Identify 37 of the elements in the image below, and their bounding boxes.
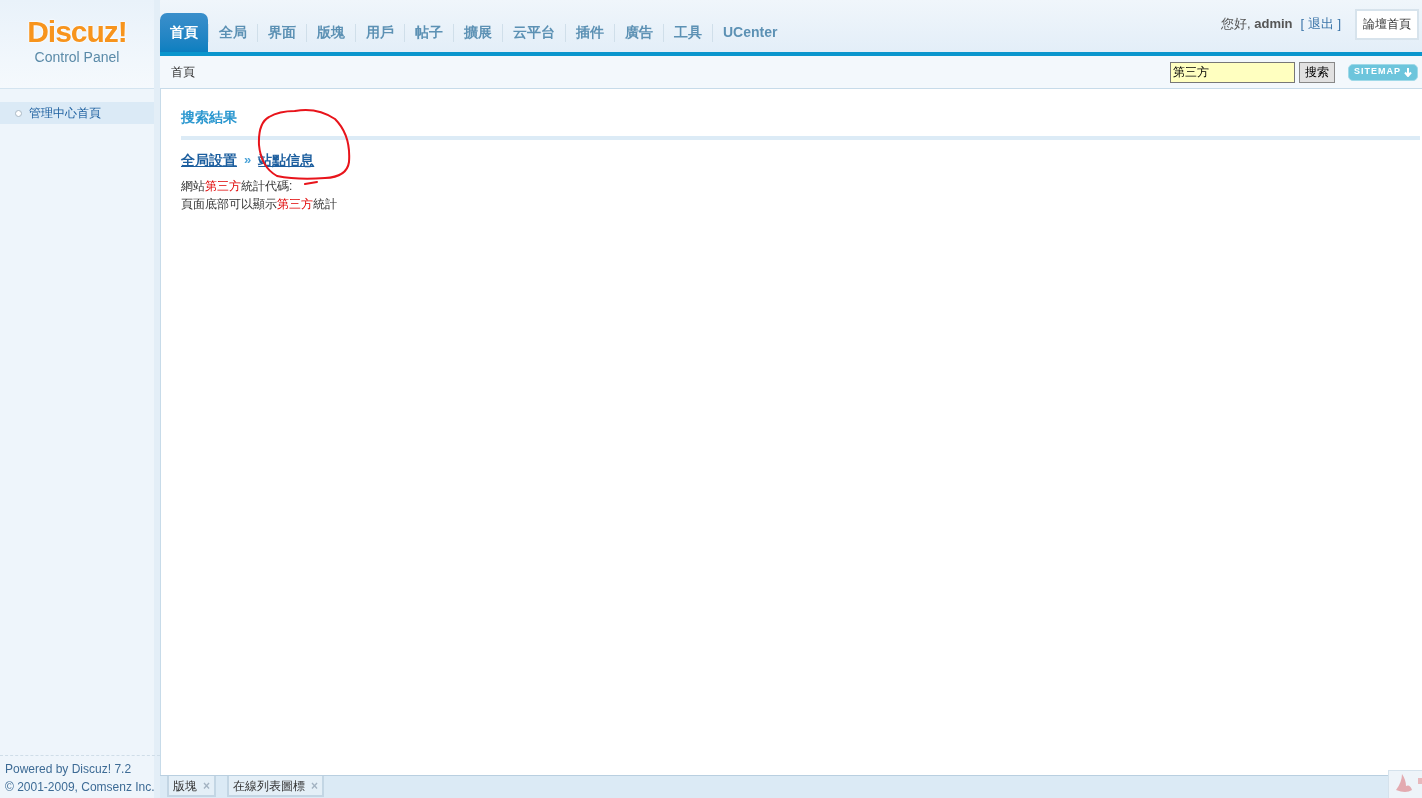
logo-subtitle: Control Panel: [34, 48, 120, 66]
nav-tab[interactable]: 用戶: [356, 13, 404, 52]
path-separator: »: [244, 151, 252, 170]
logout-link[interactable]: [ 退出 ]: [1300, 14, 1341, 34]
open-window-tab[interactable]: 版塊 ×: [167, 776, 216, 797]
nav-tab[interactable]: 工具: [664, 13, 712, 52]
nav-tab[interactable]: 插件: [566, 13, 614, 52]
result-text: 頁面底部可以顯示第三方統計: [181, 196, 337, 213]
tab-label: 版塊: [173, 777, 197, 795]
footer-text: Powered by Discuz! 7.2: [5, 761, 133, 778]
nav-tab[interactable]: 首頁: [160, 13, 208, 52]
nav-tab[interactable]: 界面: [258, 13, 306, 52]
open-window-tab[interactable]: 在線列表圖標 ×: [227, 776, 325, 797]
search-field[interactable]: 第三方: [1170, 61, 1295, 83]
search-button[interactable]: 搜索: [1299, 61, 1335, 83]
nav-tab[interactable]: 帖子: [405, 13, 453, 52]
bullet-icon: [15, 109, 22, 117]
down-arrow-icon: [1404, 67, 1412, 77]
result-text: 網站第三方統計代碼:: [181, 178, 293, 195]
nav-tab[interactable]: 云平台: [503, 13, 565, 52]
forum-home-button[interactable]: 論壇首頁: [1355, 8, 1419, 40]
nav-tab[interactable]: 全局: [209, 13, 257, 52]
nav-tab[interactable]: 廣告: [615, 13, 663, 52]
greeting-text: 您好, admin: [1221, 15, 1293, 34]
logo-title: Discuz!: [27, 16, 127, 48]
breadcrumb: 首頁: [171, 64, 195, 81]
nav-tab[interactable]: UCenter: [713, 13, 788, 52]
nav-tab[interactable]: 擴展: [454, 13, 502, 52]
sidebar-item[interactable]: 管理中心首頁: [0, 102, 154, 124]
section-title: 搜索結果: [181, 108, 238, 126]
close-button[interactable]: ×: [311, 779, 319, 792]
footer-text: © 2001-2009, Comsenz Inc.: [5, 779, 156, 796]
nav-tab[interactable]: 版塊: [307, 13, 355, 52]
result-link[interactable]: 全局設置: [181, 149, 237, 171]
close-button[interactable]: ×: [203, 779, 210, 792]
sitemap-button[interactable]: SITEMAP: [1348, 63, 1418, 81]
tab-label: 在線列表圖標: [233, 777, 305, 795]
